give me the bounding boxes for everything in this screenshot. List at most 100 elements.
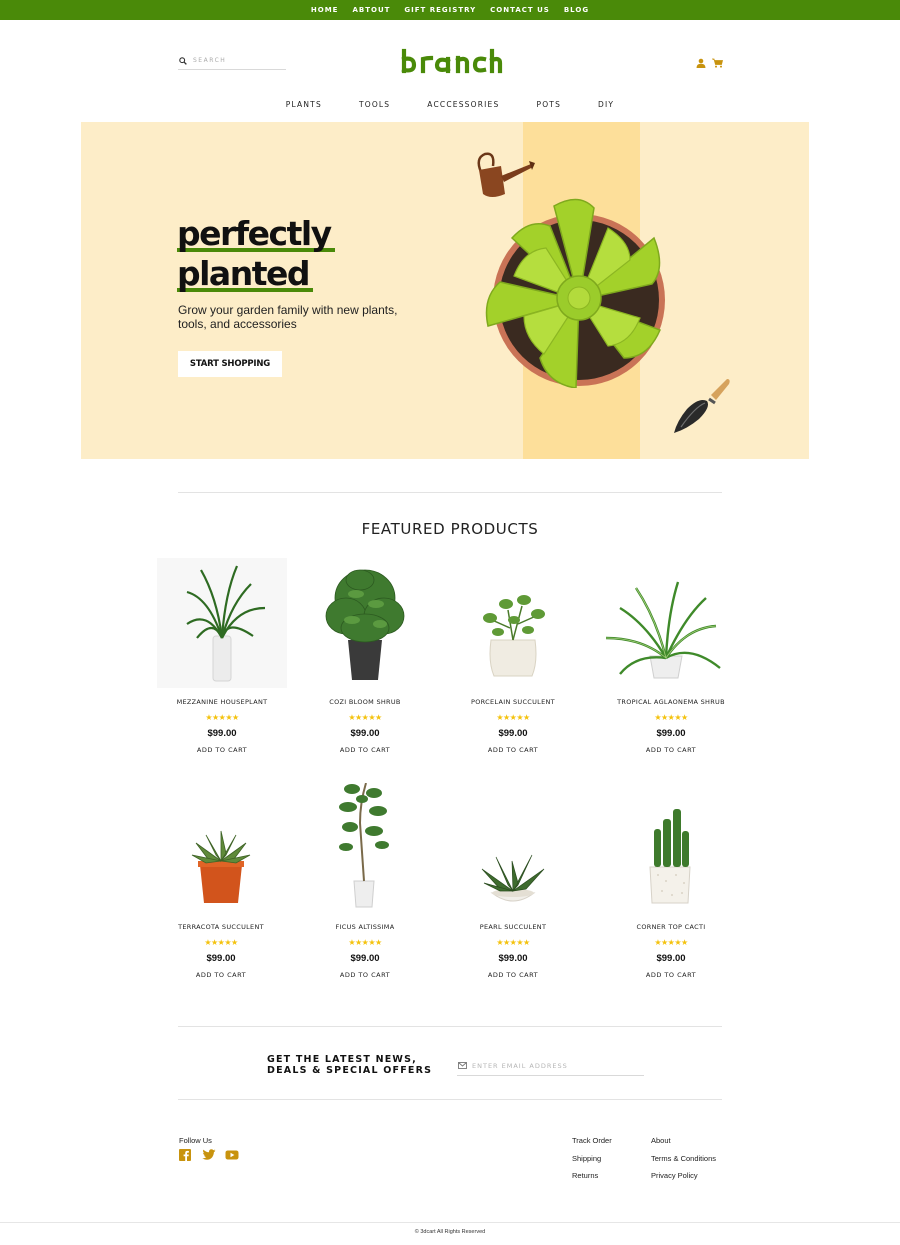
add-to-cart-button[interactable]: ADD TO CART [646, 746, 696, 754]
topnav-gift-registry[interactable]: GIFT REGISTRY [404, 6, 476, 14]
product-name[interactable]: MEZZANINE HOUSEPLANT [157, 698, 287, 707]
product-card[interactable]: PORCELAIN SUCCULENT ★★★★★ $99.00 ADD TO … [448, 558, 578, 757]
product-price: $99.00 [498, 728, 528, 739]
product-price: $99.00 [207, 728, 237, 739]
copyright-text: © 3dcart All Rights Reserved [414, 1229, 486, 1235]
product-name[interactable]: TERRACOTA SUCCULENT [156, 923, 286, 932]
brand-logo[interactable] [400, 44, 504, 78]
branch-logo-mark [401, 48, 503, 74]
divider [178, 492, 722, 493]
product-image[interactable] [300, 783, 430, 913]
watering-can-image [477, 152, 535, 197]
topnav-contact-us[interactable]: CONTACT US [490, 6, 550, 14]
nav-diy[interactable]: DIY [598, 100, 614, 109]
product-image[interactable] [448, 783, 578, 913]
rating-stars: ★★★★★ [348, 713, 382, 722]
hero-title: perfectly planted [177, 214, 335, 294]
footer-links-col2: About Terms & Conditions Privacy Policy [651, 1136, 716, 1181]
rating-stars: ★★★★★ [348, 938, 382, 947]
cart-icon[interactable] [712, 55, 724, 68]
link-terms-conditions[interactable]: Terms & Conditions [651, 1154, 716, 1164]
rating-stars: ★★★★★ [654, 713, 688, 722]
product-image[interactable] [606, 558, 736, 688]
follow-us-label: Follow Us [179, 1136, 212, 1145]
product-price: $99.00 [350, 953, 380, 964]
hero-title-line2: planted [177, 254, 313, 293]
product-price: $99.00 [350, 728, 380, 739]
product-image[interactable] [606, 783, 736, 913]
trowel-image [674, 379, 730, 433]
product-name[interactable]: PEARL SUCCULENT [448, 923, 578, 932]
succulent-pot-image [485, 198, 665, 388]
product-card[interactable]: TERRACOTA SUCCULENT ★★★★★ $99.00 ADD TO … [156, 783, 286, 982]
product-name[interactable]: FICUS ALTISSIMA [300, 923, 430, 932]
nav-accessories[interactable]: ACCCESSORIES [427, 100, 499, 109]
link-returns[interactable]: Returns [572, 1171, 612, 1181]
product-card[interactable]: TROPICAL AGLAONEMA SHRUB ★★★★★ $99.00 AD… [606, 558, 736, 757]
social-links [179, 1148, 239, 1161]
product-name[interactable]: COZI BLOOM SHRUB [300, 698, 430, 707]
main-navigation: PLANTS TOOLS ACCCESSORIES POTS DIY [0, 100, 900, 109]
divider [178, 1099, 722, 1100]
add-to-cart-button[interactable]: ADD TO CART [488, 971, 538, 979]
header-actions [696, 55, 724, 68]
rating-stars: ★★★★★ [204, 938, 238, 947]
product-card[interactable]: MEZZANINE HOUSEPLANT ★★★★★ $99.00 ADD TO… [157, 558, 287, 757]
product-price: $99.00 [498, 953, 528, 964]
newsletter-heading: GET THE LATEST NEWS, DEALS & SPECIAL OFF… [267, 1054, 433, 1076]
email-input[interactable] [472, 1061, 637, 1070]
rating-stars: ★★★★★ [496, 713, 530, 722]
user-icon[interactable] [696, 55, 707, 68]
product-card[interactable]: FICUS ALTISSIMA ★★★★★ $99.00 ADD TO CART [300, 783, 430, 982]
link-about[interactable]: About [651, 1136, 716, 1146]
topnav-home[interactable]: HOME [311, 6, 339, 14]
add-to-cart-button[interactable]: ADD TO CART [340, 971, 390, 979]
add-to-cart-button[interactable]: ADD TO CART [646, 971, 696, 979]
hero-banner: perfectly planted Grow your garden famil… [81, 122, 809, 459]
product-image[interactable] [448, 558, 578, 688]
product-card[interactable]: CORNER TOP CACTI ★★★★★ $99.00 ADD TO CAR… [606, 783, 736, 982]
search-bar [178, 52, 286, 70]
nav-plants[interactable]: PLANTS [286, 100, 322, 109]
nav-pots[interactable]: POTS [536, 100, 561, 109]
link-track-order[interactable]: Track Order [572, 1136, 612, 1146]
add-to-cart-button[interactable]: ADD TO CART [340, 746, 390, 754]
add-to-cart-button[interactable]: ADD TO CART [488, 746, 538, 754]
footer-divider [0, 1222, 900, 1223]
product-image[interactable] [156, 783, 286, 913]
nav-tools[interactable]: TOOLS [359, 100, 390, 109]
product-name[interactable]: TROPICAL AGLAONEMA SHRUB [606, 698, 736, 707]
footer-links-col1: Track Order Shipping Returns [572, 1136, 612, 1181]
youtube-icon[interactable] [225, 1148, 239, 1161]
add-to-cart-button[interactable]: ADD TO CART [196, 971, 246, 979]
twitter-icon[interactable] [202, 1148, 216, 1161]
divider [178, 1026, 722, 1027]
product-price: $99.00 [656, 728, 686, 739]
add-to-cart-button[interactable]: ADD TO CART [197, 746, 247, 754]
product-image[interactable] [300, 558, 430, 688]
link-shipping[interactable]: Shipping [572, 1154, 612, 1164]
mail-icon [458, 1062, 467, 1069]
start-shopping-button[interactable]: START SHOPPING [178, 351, 282, 377]
product-card[interactable]: PEARL SUCCULENT ★★★★★ $99.00 ADD TO CART [448, 783, 578, 982]
featured-products-title: FEATURED PRODUCTS [361, 520, 539, 538]
search-icon[interactable] [179, 56, 187, 65]
product-price: $99.00 [656, 953, 686, 964]
rating-stars: ★★★★★ [654, 938, 688, 947]
facebook-icon[interactable] [179, 1148, 193, 1161]
product-name[interactable]: PORCELAIN SUCCULENT [448, 698, 578, 707]
rating-stars: ★★★★★ [205, 713, 239, 722]
newsletter-email-field [457, 1056, 644, 1076]
topnav-blog[interactable]: BLOG [564, 6, 589, 14]
topnav-about[interactable]: ABTOUT [352, 6, 390, 14]
search-input[interactable] [193, 57, 283, 64]
hero-title-line1: perfectly [177, 214, 335, 253]
rating-stars: ★★★★★ [496, 938, 530, 947]
top-navigation: HOME ABTOUT GIFT REGISTRY CONTACT US BLO… [0, 0, 900, 20]
product-card[interactable]: COZI BLOOM SHRUB ★★★★★ $99.00 ADD TO CAR… [300, 558, 430, 757]
product-image[interactable] [157, 558, 287, 688]
product-name[interactable]: CORNER TOP CACTI [606, 923, 736, 932]
link-privacy-policy[interactable]: Privacy Policy [651, 1171, 716, 1181]
hero-subtitle: Grow your garden family with new plants,… [178, 303, 398, 331]
product-price: $99.00 [206, 953, 236, 964]
